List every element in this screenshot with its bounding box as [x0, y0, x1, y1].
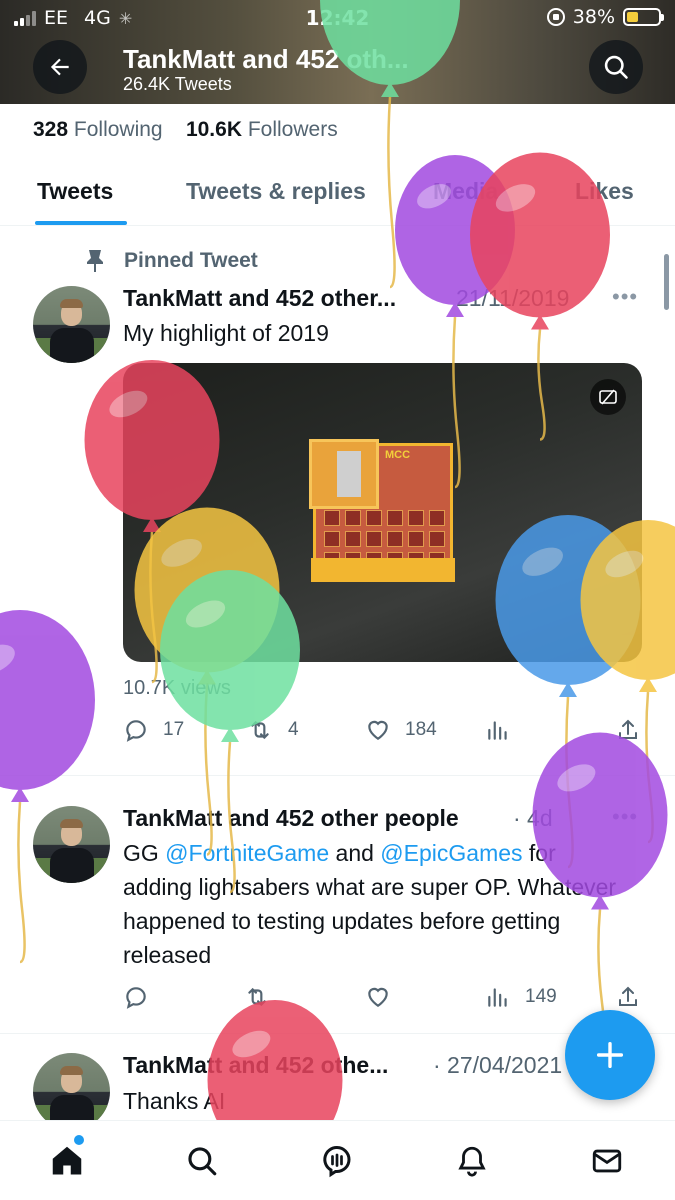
tweet-author[interactable]: TankMatt and 452 othe... [123, 1052, 388, 1079]
tab-likes[interactable]: Likes [575, 178, 634, 205]
share-icon [619, 719, 637, 739]
orientation-lock-icon [546, 8, 565, 26]
search-button[interactable] [589, 40, 643, 94]
tweet-text: Thanks AI [123, 1088, 226, 1114]
mention-link[interactable]: @EpicGames [380, 840, 522, 866]
new-content-indicator [74, 1135, 84, 1145]
inventory-slot [366, 510, 382, 526]
following-link[interactable]: 328 Following [33, 118, 163, 141]
followers-link[interactable]: 10.6K Followers [186, 118, 338, 141]
analytics-button[interactable]: 149 [485, 984, 557, 1010]
retweet-icon [248, 987, 266, 1007]
more-options-icon[interactable]: ••• [612, 284, 638, 310]
inventory-slot [408, 510, 424, 526]
inventory-slot [345, 510, 361, 526]
back-button[interactable] [33, 40, 87, 94]
tweet-actions: 17 4 184 [123, 717, 653, 747]
spaces-icon [323, 1145, 351, 1178]
tweet-text: My highlight of 2019 [123, 320, 329, 346]
scrollbar[interactable] [664, 254, 669, 310]
retweet-icon [251, 720, 269, 740]
tweet-author[interactable]: TankMatt and 452 other people [123, 805, 459, 832]
inventory-slot [366, 531, 382, 547]
status-bar: EE 4G ✳ 12:42 38% [0, 0, 675, 36]
tab-tweets[interactable]: Tweets [37, 178, 113, 205]
bottom-navigation [0, 1120, 675, 1200]
divider [0, 775, 675, 776]
mention-link[interactable]: @FortniteGame [165, 840, 329, 866]
analytics-icon [488, 721, 507, 740]
reply-button[interactable] [123, 984, 149, 1010]
captions-icon[interactable] [590, 379, 626, 415]
tweet-date[interactable]: · 27/04/2021 [433, 1052, 562, 1079]
nav-messages[interactable] [587, 1141, 627, 1181]
view-count: 10.7K views [123, 677, 231, 699]
plus-icon [596, 1041, 624, 1069]
pin-icon [87, 250, 103, 272]
avatar[interactable] [33, 806, 110, 883]
like-button[interactable]: 184 [365, 717, 437, 743]
inventory-slot [345, 531, 361, 547]
tweet-author[interactable]: TankMatt and 452 other... [123, 285, 396, 312]
profile-header: EE 4G ✳ 12:42 38% TankMatt and 452 oth..… [0, 0, 675, 104]
nav-spaces[interactable] [317, 1141, 357, 1181]
nav-notifications[interactable] [452, 1141, 492, 1181]
header-title: TankMatt and 452 oth... [123, 44, 409, 74]
tweet-actions: 149 [123, 984, 653, 1014]
search-icon [188, 1147, 217, 1176]
heart-icon [368, 720, 388, 740]
analytics-button[interactable] [485, 717, 511, 743]
balloon [0, 610, 95, 964]
arrow-left-icon [50, 58, 69, 76]
retweet-button[interactable] [243, 984, 271, 1010]
battery-icon [623, 8, 664, 26]
search-icon [604, 55, 628, 79]
battery-percent: 38% [572, 6, 615, 28]
tweet-date[interactable]: · 4d [513, 805, 553, 832]
profile-tabs: Tweets Tweets & replies Media Likes [0, 160, 675, 226]
inventory-slot [408, 531, 424, 547]
more-options-icon[interactable]: ••• [612, 804, 638, 830]
reply-icon [126, 720, 146, 742]
retweet-button[interactable]: 4 [246, 717, 299, 743]
inventory-slot [324, 531, 340, 547]
like-button[interactable] [365, 984, 391, 1010]
inventory-slot [429, 510, 445, 526]
reply-icon [126, 987, 146, 1009]
heart-icon [368, 987, 388, 1007]
share-icon [619, 986, 637, 1006]
home-icon [52, 1146, 82, 1175]
share-button[interactable] [616, 717, 640, 743]
compose-tweet-button[interactable] [565, 1010, 655, 1100]
tweet-count: 26.4K Tweets [123, 74, 232, 94]
reply-button[interactable]: 17 [123, 717, 184, 743]
tweet-date[interactable]: 21/11/2019 [456, 285, 569, 312]
avatar[interactable] [33, 1053, 110, 1130]
avatar[interactable] [33, 286, 110, 363]
nav-home[interactable] [47, 1141, 87, 1181]
tweet-text: GG @FortniteGame and @EpicGames for addi… [123, 840, 617, 968]
active-tab-indicator [35, 221, 127, 225]
pinned-label: Pinned Tweet [124, 249, 258, 272]
inventory-slot [387, 531, 403, 547]
tab-tweets-and-replies[interactable]: Tweets & replies [186, 178, 366, 205]
inventory-slot [387, 510, 403, 526]
notifications-icon [458, 1146, 486, 1177]
tweet-video[interactable]: MCC [123, 363, 642, 662]
tab-media[interactable]: Media [433, 178, 498, 205]
messages-icon [592, 1149, 622, 1173]
analytics-icon [488, 988, 507, 1007]
share-button[interactable] [616, 984, 640, 1010]
inventory-slot [429, 531, 445, 547]
inventory-slot [324, 510, 340, 526]
follow-counts: 328 Following 10.6K Followers [33, 118, 338, 142]
nav-search[interactable] [182, 1141, 222, 1181]
